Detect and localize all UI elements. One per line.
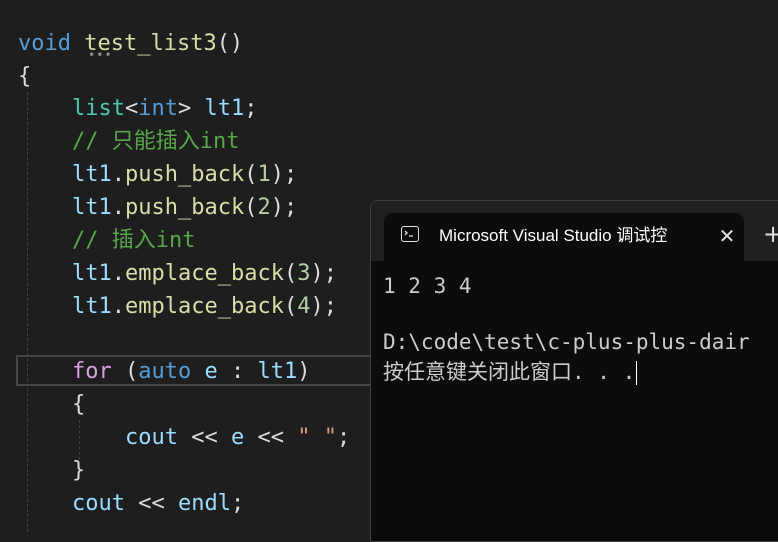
output-line-prompt: 按任意键关闭此窗口. . . — [383, 357, 638, 387]
paren-close: ); — [310, 294, 337, 319]
variable: lt1 — [257, 359, 298, 384]
paren: ( — [283, 261, 298, 286]
variable: endl — [177, 491, 231, 516]
keyword: void — [18, 31, 71, 56]
colon: : — [217, 359, 258, 384]
code-line-13: cout << e << " "; — [125, 421, 350, 454]
text-cursor — [636, 361, 638, 385]
paren: () — [216, 31, 244, 56]
paren-close: ); — [310, 261, 337, 286]
output-line: 1 2 3 4 — [383, 274, 472, 298]
operator: << — [124, 491, 178, 516]
code-line-2: { — [18, 60, 31, 93]
code-line-9: lt1.emplace_back(4); — [72, 290, 337, 323]
paren: ( — [111, 359, 139, 384]
debug-console-window[interactable]: Microsoft Visual Studio 调试控 ✕ + 1 2 3 4 … — [370, 200, 778, 542]
dot: . — [111, 294, 125, 319]
code-line-11: for (auto e : lt1) — [72, 355, 310, 388]
variable: lt1 — [204, 96, 245, 121]
variable: lt1 — [72, 294, 112, 319]
code-line-1: void test_list3() — [18, 27, 243, 60]
code-line-14: } — [72, 454, 85, 487]
method-name: emplace_back — [125, 261, 284, 286]
method-name: push_back — [125, 162, 245, 187]
variable: lt1 — [72, 162, 112, 187]
semicolon: ; — [336, 425, 351, 450]
operator: << — [177, 425, 231, 450]
code-line-8: lt1.emplace_back(3); — [72, 257, 337, 290]
paren: ( — [244, 195, 258, 220]
keyword: int — [138, 96, 178, 121]
paren-close: ) — [297, 359, 311, 384]
console-tab[interactable]: Microsoft Visual Studio 调试控 ✕ — [384, 213, 744, 261]
comment: // 只能插入int — [72, 129, 240, 154]
operator: << — [244, 425, 298, 450]
number: 3 — [297, 261, 311, 286]
console-output[interactable]: 1 2 3 4 D:\code\test\c-plus-plus-dair 按任… — [371, 261, 778, 541]
dot: . — [111, 162, 125, 187]
paren: ( — [244, 162, 258, 187]
variable: cout — [125, 425, 178, 450]
keyword-for: for — [72, 359, 112, 384]
paren-close: ); — [270, 162, 298, 187]
indent-guide — [27, 92, 28, 532]
close-icon[interactable]: ✕ — [716, 225, 738, 247]
variable: e — [230, 425, 245, 450]
angle-open: < — [124, 96, 139, 121]
variable: lt1 — [72, 261, 112, 286]
method-name: push_back — [125, 195, 245, 220]
new-tab-button[interactable]: + — [763, 221, 778, 247]
paren-close: ); — [270, 195, 298, 220]
paren: ( — [283, 294, 298, 319]
code-line-3: list<int> lt1; — [72, 92, 257, 125]
output-line: D:\code\test\c-plus-plus-dair — [383, 330, 750, 354]
code-line-4: // 只能插入int — [72, 125, 239, 158]
method-name: emplace_back — [125, 294, 284, 319]
console-titlebar[interactable]: Microsoft Visual Studio 调试控 ✕ + — [371, 201, 778, 261]
string: " " — [297, 425, 337, 450]
keyword-auto: auto — [138, 359, 192, 384]
code-line-15: cout << endl; — [72, 487, 244, 520]
dot: . — [111, 261, 125, 286]
code-line-7: // 插入int — [72, 224, 195, 257]
semicolon: ; — [230, 491, 245, 516]
quick-action-dots[interactable]: ••• — [88, 49, 112, 61]
variable: cout — [72, 491, 125, 516]
code-line-6: lt1.push_back(2); — [72, 191, 297, 224]
brace: } — [72, 458, 86, 483]
dot: . — [111, 195, 125, 220]
semicolon: ; — [244, 96, 258, 121]
code-line-5: lt1.push_back(1); — [72, 158, 297, 191]
variable: lt1 — [72, 195, 112, 220]
code-line-12: { — [72, 388, 85, 421]
number: 1 — [257, 162, 271, 187]
prompt-text: 按任意键关闭此窗口. . . — [383, 360, 636, 384]
angle-close: > — [177, 96, 192, 121]
tab-title: Microsoft Visual Studio 调试控 — [439, 226, 668, 245]
variable: e — [204, 359, 218, 384]
terminal-icon — [401, 226, 419, 242]
number: 4 — [297, 294, 311, 319]
number: 2 — [257, 195, 271, 220]
comment: // 插入int — [72, 228, 196, 253]
brace: { — [72, 392, 86, 417]
type-name: list — [72, 96, 125, 121]
brace: { — [18, 64, 32, 89]
